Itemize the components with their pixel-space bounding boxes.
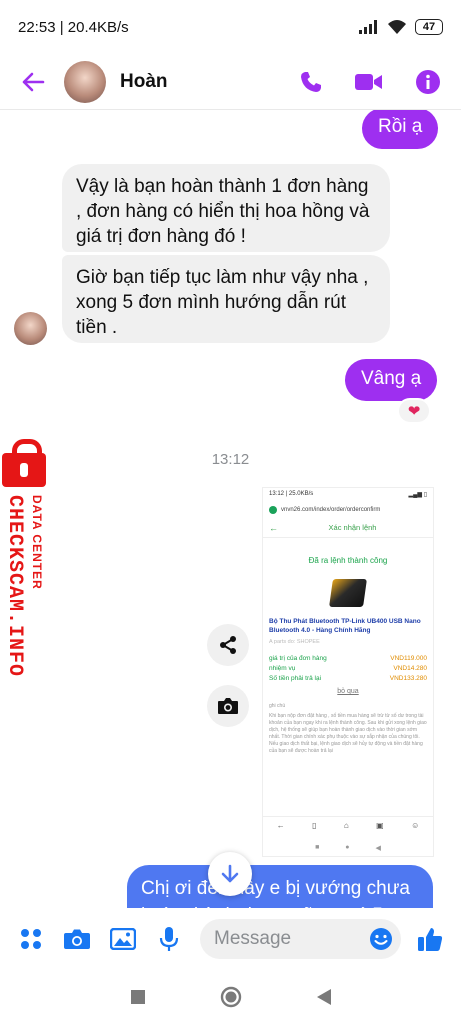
scroll-to-bottom-button[interactable] xyxy=(208,852,252,896)
system-nav-bar xyxy=(0,970,461,1024)
shot-row: Số tiền phải trả lại VND133.280 xyxy=(263,675,433,682)
shot-game-icon: ▣ xyxy=(376,821,384,830)
recents-icon[interactable] xyxy=(130,989,146,1005)
camera-reply-button[interactable] xyxy=(207,685,249,727)
outgoing-message[interactable]: Vâng ạ xyxy=(345,359,438,401)
shot-success-text: Đã ra lệnh thành công xyxy=(308,556,388,565)
wifi-icon xyxy=(388,20,406,34)
shared-screenshot-image[interactable]: 13:12 | 25.0KB/s ▂▄▆ ▯ vnvn26.com/index/… xyxy=(262,487,434,857)
shot-triangle-icon: ◀ xyxy=(375,845,381,852)
watermark-logo: CHECKSCAM.INFO DATA CENTER xyxy=(0,439,52,677)
status-icons: 47 xyxy=(359,19,443,35)
incoming-message[interactable]: Giờ bạn tiếp tục làm như vậy nha , xong … xyxy=(62,255,390,343)
battery-level: 47 xyxy=(422,21,436,33)
shot-note: ghi chú Khi bạn nộp đơn đặt hàng , số ti… xyxy=(269,703,427,755)
shot-page-title: Xác nhận lệnh xyxy=(328,523,377,532)
shot-row: giá trị của đơn hàng VND119.000 xyxy=(263,655,433,662)
shot-product-name: Bộ Thu Phát Bluetooth TP-Link UB400 USB … xyxy=(269,618,421,634)
grid-dots-icon xyxy=(21,929,41,949)
message-placeholder: Message xyxy=(214,928,292,949)
shot-back-icon: ← xyxy=(269,522,278,533)
info-icon[interactable] xyxy=(415,69,441,95)
shot-summary: giá trị của đơn hàng VND119.000 nhiệm vụ… xyxy=(263,655,433,682)
shot-row: nhiệm vụ VND14.280 xyxy=(263,665,433,672)
gallery-button[interactable] xyxy=(106,922,140,956)
shot-book-icon: ▯ xyxy=(312,821,317,830)
image-icon xyxy=(110,928,136,950)
phone-call-icon[interactable] xyxy=(299,70,323,94)
shot-row-label: nhiệm vụ xyxy=(269,665,296,672)
battery-icon: 47 xyxy=(415,19,443,35)
shot-back-icon: ← xyxy=(276,821,285,830)
chat-header: Hoàn xyxy=(0,54,461,110)
message-timestamp: 13:12 xyxy=(211,451,250,468)
reaction-glyph: ❤ xyxy=(407,403,421,420)
outgoing-message[interactable]: Rồi ạ xyxy=(362,110,439,149)
share-button[interactable] xyxy=(207,624,249,666)
shot-user-icon: ☺ xyxy=(411,821,420,830)
home-icon[interactable] xyxy=(220,986,242,1008)
secure-icon xyxy=(269,506,277,514)
shot-square-icon: ■ xyxy=(315,844,320,851)
message-composer: Message xyxy=(0,908,461,970)
shot-row-label: giá trị của đơn hàng xyxy=(269,655,327,662)
camera-icon xyxy=(64,929,90,949)
header-actions xyxy=(299,69,441,95)
shot-system-nav: ■ ● ◀ xyxy=(263,844,433,852)
watermark-text: CHECKSCAM.INFO xyxy=(3,495,26,678)
contact-name[interactable]: Hoàn xyxy=(120,71,299,93)
message-input[interactable]: Message xyxy=(200,919,401,959)
shot-row-value: VND119.000 xyxy=(390,655,427,662)
emoji-icon[interactable] xyxy=(369,927,393,951)
lock-icon xyxy=(2,439,46,487)
sender-avatar[interactable] xyxy=(14,312,47,345)
shot-status-icons: ▂▄▆ ▯ xyxy=(408,492,427,498)
shot-url: vnvn26.com/index/order/orderconfirm xyxy=(281,507,381,513)
back-triangle-icon[interactable] xyxy=(316,988,332,1006)
microphone-icon xyxy=(159,927,179,951)
signal-icon xyxy=(359,20,377,34)
back-button[interactable] xyxy=(16,65,50,99)
shot-skip-link: bỏ qua xyxy=(337,688,359,695)
status-time: 22:53 | 20.4KB/s xyxy=(18,18,129,36)
voice-button[interactable] xyxy=(152,922,186,956)
message-list[interactable]: Rồi ạ Vậy là bạn hoàn thành 1 đơn hàng ,… xyxy=(0,110,461,908)
contact-avatar[interactable] xyxy=(64,60,106,103)
shot-home-icon: ⌂ xyxy=(343,821,349,830)
camera-icon xyxy=(218,698,238,714)
camera-button[interactable] xyxy=(60,922,94,956)
shot-page-header: ← Xác nhận lệnh xyxy=(263,518,433,538)
outgoing-message[interactable]: Chị ơi đến đây e bị vướng chưa hoàn thàn… xyxy=(127,865,433,908)
shot-note-text: Khi bạn nộp đơn đặt hàng , số tiền mua h… xyxy=(269,713,427,754)
shot-product-source: A parts do: SHOPEE xyxy=(269,639,320,645)
heart-reaction-icon[interactable]: ❤ xyxy=(397,398,431,424)
arrow-down-icon xyxy=(221,864,239,883)
share-icon xyxy=(220,636,236,654)
video-call-icon[interactable] xyxy=(355,72,383,92)
product-image xyxy=(329,579,367,607)
thumbs-up-icon xyxy=(418,928,443,951)
shot-row-label: Số tiền phải trả lại xyxy=(269,675,322,682)
incoming-message[interactable]: Vậy là bạn hoàn thành 1 đơn hàng , đơn h… xyxy=(62,164,390,252)
more-actions-button[interactable] xyxy=(14,922,48,956)
back-arrow-icon xyxy=(22,72,45,91)
shot-row-value: VND133.280 xyxy=(389,675,427,682)
shot-note-title: ghi chú xyxy=(269,703,286,709)
status-bar: 22:53 | 20.4KB/s 47 xyxy=(0,0,461,54)
shot-status-bar: 13:12 | 25.0KB/s ▂▄▆ ▯ xyxy=(263,488,433,502)
shot-status-time: 13:12 | 25.0KB/s xyxy=(269,491,314,497)
shot-url-bar: vnvn26.com/index/order/orderconfirm xyxy=(263,502,433,518)
shot-circle-icon: ● xyxy=(345,844,350,851)
shot-row-value: VND14.280 xyxy=(393,665,427,672)
shot-browser-toolbar: ← ▯ ⌂ ▣ ☺ xyxy=(263,816,433,834)
like-button[interactable] xyxy=(413,922,447,956)
watermark-subtext: DATA CENTER xyxy=(30,495,44,590)
